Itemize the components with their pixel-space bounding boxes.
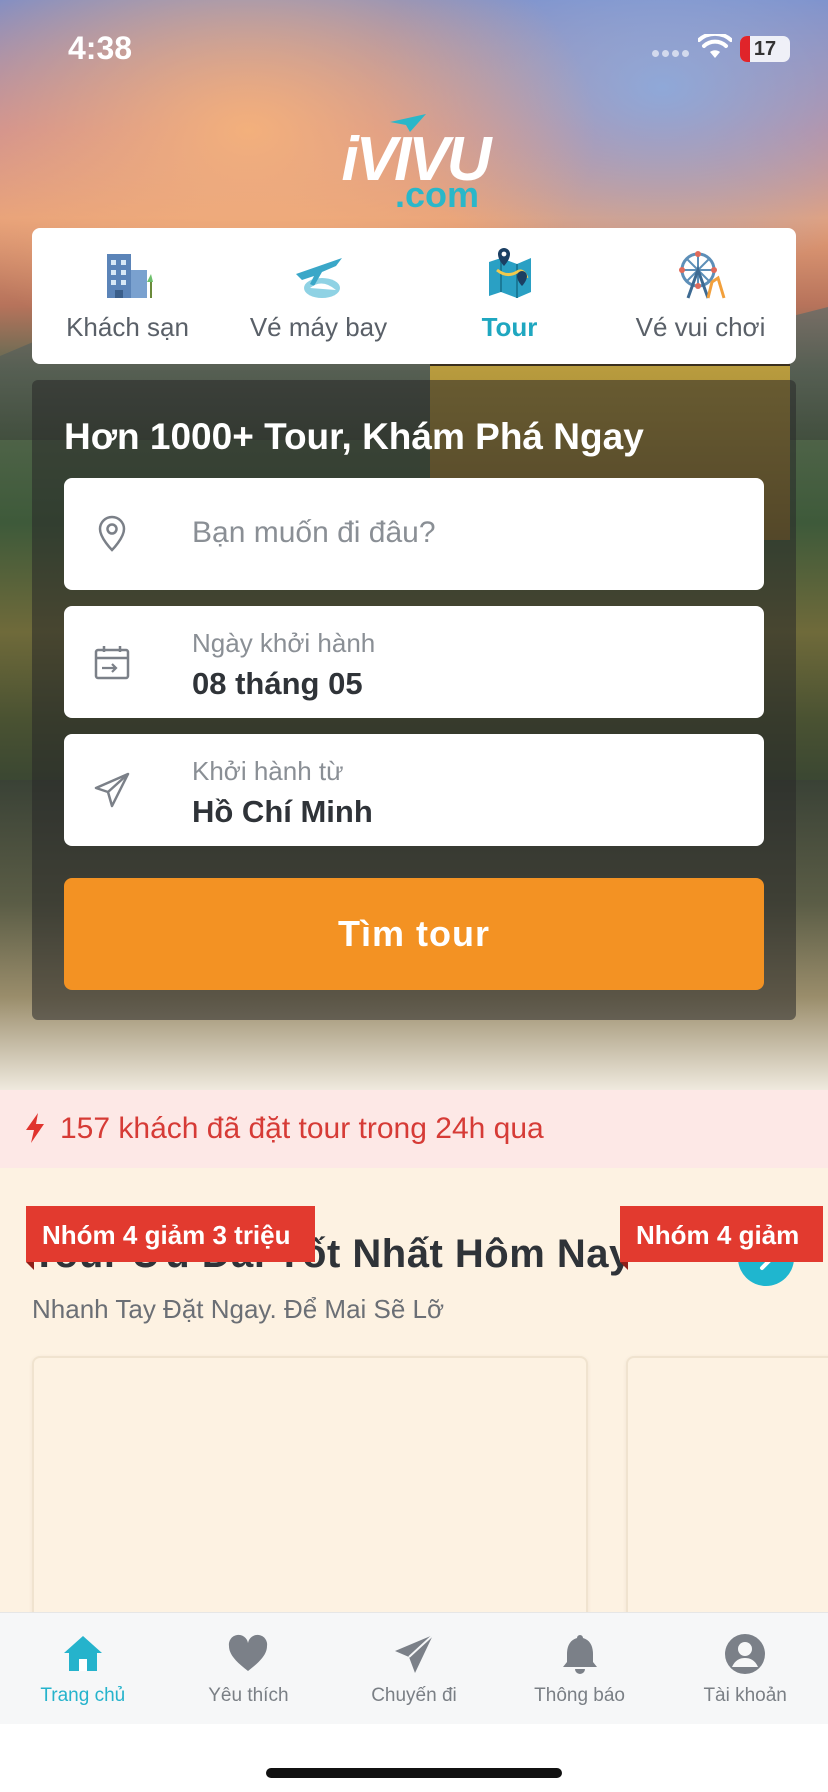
deal-ribbon-text: Nhóm 4 giảm 3 triệu [42,1220,291,1250]
category-tab-flight[interactable]: Vé máy bay [223,228,414,364]
ferris-wheel-icon [678,251,725,299]
tab-label: Tài khoản [703,1685,787,1706]
category-tab-hotel[interactable]: Khách sạn [32,228,223,364]
status-time: 4:38 [68,30,133,66]
deal-ribbon: Nhóm 4 giảm [620,1206,824,1270]
category-tabs: Khách sạn Vé máy bay Tour Vé vui chơi [32,228,796,364]
departure-city-field[interactable]: Khởi hành từ Hồ Chí Minh [64,734,764,846]
deals-subtitle: Nhanh Tay Đặt Ngay. Để Mai Sẽ Lỡ [32,1294,445,1324]
departure-date-label: Ngày khởi hành [192,628,376,658]
departure-date-field[interactable]: Ngày khởi hành 08 tháng 05 [64,606,764,718]
tab-label: Thông báo [534,1685,625,1706]
location-pin-icon [98,515,126,552]
status-bar: 4:38 17 [0,0,828,100]
lightning-icon [26,1113,44,1143]
logo-domain: .com [395,174,480,215]
paper-plane-icon [94,772,130,808]
map-icon [488,248,531,298]
bell-icon [562,1635,597,1674]
paper-plane-icon [394,1634,434,1673]
bottom-tab-bar: Trang chủ Yêu thích Chuyến đi Thông báo … [0,1612,828,1724]
deal-card[interactable] [32,1356,588,1612]
tour-search-panel: Hơn 1000+ Tour, Khám Phá Ngay Bạn muốn đ… [32,380,796,1020]
best-deals-section: Tour Ưu Đãi Tốt Nhất Hôm Nay Nhanh Tay Đ… [0,1168,828,1612]
find-tour-button[interactable]: Tìm tour [64,878,764,990]
tab-notifications[interactable]: Thông báo [497,1613,663,1724]
departure-city-value: Hồ Chí Minh [192,794,373,829]
tab-label: Chuyến đi [371,1685,457,1706]
category-label: Vé vui chơi [635,312,766,342]
category-label: Khách sạn [66,312,189,342]
booking-notice: 157 khách đã đặt tour trong 24h qua [0,1090,828,1168]
deal-ribbon: Nhóm 4 giảm 3 triệu [26,1206,315,1270]
category-tab-attractions[interactable]: Vé vui chơi [605,228,796,364]
tab-account[interactable]: Tài khoản [662,1613,828,1724]
tab-home[interactable]: Trang chủ [0,1613,166,1724]
ivivu-logo: iVIVU .com [340,110,491,215]
category-label: Tour [481,312,538,342]
booking-notice-text: 157 khách đã đặt tour trong 24h qua [60,1112,544,1145]
airplane-icon [295,258,342,298]
home-indicator-area [0,1724,828,1792]
departure-city-label: Khởi hành từ [192,756,344,786]
calendar-icon [94,646,130,680]
cellular-signal-icon [652,50,692,58]
tab-label: Trang chủ [40,1685,126,1706]
departure-date-value: 08 tháng 05 [192,666,363,701]
search-panel-title: Hơn 1000+ Tour, Khám Phá Ngay [64,416,644,457]
battery-level: 17 [753,38,777,60]
category-tab-tour[interactable]: Tour [414,228,605,364]
account-icon [725,1634,766,1674]
deal-ribbon-text: Nhóm 4 giảm [636,1220,800,1250]
deal-card[interactable] [626,1356,828,1612]
tab-trips[interactable]: Chuyến đi [331,1613,497,1724]
home-icon [63,1636,102,1671]
category-label: Vé máy bay [249,312,388,342]
hotel-icon [106,254,153,298]
wifi-icon [698,34,732,58]
home-indicator[interactable] [266,1768,562,1778]
destination-field[interactable]: Bạn muốn đi đâu? [64,478,764,590]
tab-favorites[interactable]: Yêu thích [166,1613,332,1724]
battery-icon: 17 [740,36,790,62]
heart-icon [229,1634,268,1671]
tab-label: Yêu thích [208,1685,289,1706]
destination-placeholder: Bạn muốn đi đâu? [192,516,436,549]
